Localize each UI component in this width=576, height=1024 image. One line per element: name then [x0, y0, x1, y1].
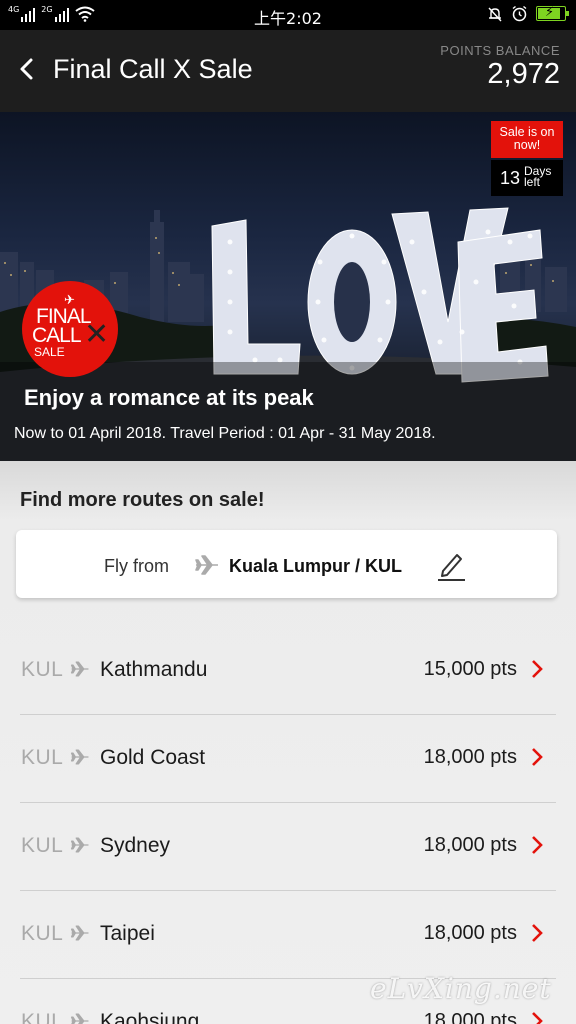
chevron-right-icon	[532, 1012, 543, 1024]
airplane-icon	[70, 749, 89, 765]
bell-off-icon	[488, 7, 502, 21]
airplane-icon	[195, 555, 218, 575]
route-origin: KUL	[21, 834, 64, 857]
airplane-icon	[70, 925, 89, 941]
route-destination: Gold Coast	[100, 746, 206, 769]
points-balance-label: POINTS BALANCE	[440, 43, 560, 58]
back-arrow-icon[interactable]	[12, 52, 42, 86]
days-left-badge: 13 Days left	[491, 160, 563, 196]
route-points: 18,000 pts	[423, 1010, 517, 1024]
fly-from-selector[interactable]: Fly from Kuala Lumpur / KUL	[16, 530, 557, 598]
route-origin: KUL	[21, 746, 64, 769]
app-header: Final Call X Sale POINTS BALANCE 2,972	[0, 30, 576, 112]
airplane-icon	[70, 1013, 89, 1024]
page-title: Final Call X Sale	[53, 54, 253, 84]
battery-charging-icon: ⚡	[536, 4, 569, 21]
route-destination: Kaohsiung	[100, 1010, 200, 1024]
route-destination: Kathmandu	[100, 658, 208, 681]
route-row[interactable]: KUL Sydney 18,000 pts	[20, 802, 556, 891]
chevron-right-icon	[532, 924, 543, 942]
watermark: eLvXing.net	[370, 972, 552, 1005]
airplane-icon	[70, 837, 89, 853]
fly-from-label: Fly from	[104, 556, 169, 576]
route-points: 18,000 pts	[423, 922, 517, 944]
final-call-logo: ✈ FINAL CALL SALE ✕	[22, 281, 118, 377]
banner-subtitle: Now to 01 April 2018. Travel Period : 01…	[14, 425, 436, 442]
route-row[interactable]: KUL Taipei 18,000 pts	[20, 890, 556, 979]
route-points: 18,000 pts	[423, 746, 517, 768]
pencil-edit-icon[interactable]	[435, 549, 467, 581]
status-bar: 4G 2G 上午2:02 ⚡	[0, 0, 576, 30]
days-left-label: Days left	[524, 164, 552, 189]
route-origin: KUL	[21, 658, 64, 681]
route-destination: Taipei	[100, 922, 155, 945]
status-right: ⚡	[487, 4, 569, 22]
logo-line-3: SALE	[34, 345, 65, 359]
route-row[interactable]: KUL Gold Coast 18,000 pts	[20, 714, 556, 803]
route-row[interactable]: KUL Kathmandu 15,000 pts	[20, 626, 556, 715]
alarm-icon	[512, 5, 527, 22]
route-origin: KUL	[21, 922, 64, 945]
promo-banner[interactable]: Sale is on now! 13 Days left ✈ FINAL CAL…	[0, 112, 576, 461]
banner-title: Enjoy a romance at its peak	[24, 385, 314, 410]
routes-heading: Find more routes on sale!	[20, 489, 265, 511]
route-origin: KUL	[21, 1010, 64, 1024]
points-balance-value: 2,972	[487, 58, 560, 90]
x-mark-icon: ✕	[84, 318, 110, 351]
chevron-right-icon	[532, 836, 543, 854]
days-left-number: 13	[500, 168, 521, 188]
fly-from-city: Kuala Lumpur / KUL	[229, 556, 403, 576]
route-destination: Sydney	[100, 834, 171, 857]
chevron-right-icon	[532, 660, 543, 678]
route-points: 18,000 pts	[423, 834, 517, 856]
chevron-right-icon	[532, 748, 543, 766]
airplane-icon	[70, 661, 89, 677]
route-points: 15,000 pts	[423, 658, 517, 680]
sale-on-badge: Sale is on now!	[491, 121, 563, 158]
